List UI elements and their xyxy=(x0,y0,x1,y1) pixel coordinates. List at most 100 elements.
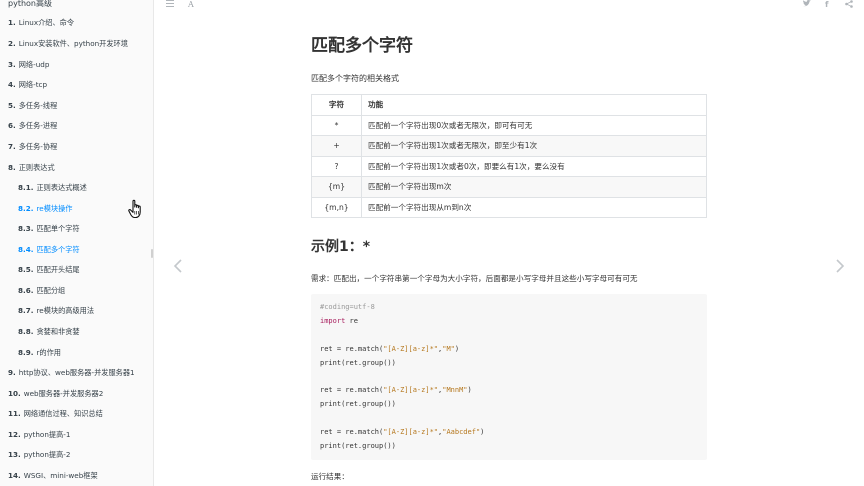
sidebar-item-8-7[interactable]: 8.7. re模块的高级用法 xyxy=(18,306,94,316)
chevron-left-icon xyxy=(173,259,182,273)
sidebar-item-8-3[interactable]: 8.3. 匹配单个字符 xyxy=(18,224,80,234)
sidebar-item-label: WSGI、mini-web框架 xyxy=(23,471,98,480)
table-cell-char: + xyxy=(311,135,362,157)
sidebar-item-8-8[interactable]: 8.8. 贪婪和非贪婪 xyxy=(18,327,80,337)
sidebar-item-label: 匹配单个字符 xyxy=(36,224,80,233)
sidebar-item-label: 网络-tcp xyxy=(18,80,48,89)
sidebar-item-11[interactable]: 11. 网络通信过程、知识总结 xyxy=(8,409,103,419)
code-text: ret = re.match( xyxy=(320,345,384,353)
example-heading: 示例1：* xyxy=(311,239,371,255)
sidebar-item-label: 正则表达式概述 xyxy=(36,183,87,192)
table-row: * 匹配前一个字符出现0次或者无限次，即可有可无 xyxy=(311,114,707,136)
sidebar-item-7[interactable]: 7. 多任务-协程 xyxy=(8,142,57,152)
code-text: ret = re.match( xyxy=(320,386,384,394)
code-print-line: print(ret.group()) xyxy=(320,359,396,367)
sidebar-item-label: 多任务-线程 xyxy=(18,101,58,110)
code-keyword: import xyxy=(320,317,346,325)
table-row: + 匹配前一个字符出现1次或者无限次，即至少有1次 xyxy=(311,135,707,157)
sidebar-item-label: Linux介绍、命令 xyxy=(18,18,75,27)
sidebar-item-number: 8.1. xyxy=(18,183,34,192)
sidebar-item-label: re模块的高级用法 xyxy=(36,306,95,315)
sidebar-item-8-9[interactable]: 8.9. r的作用 xyxy=(18,348,61,358)
menu-toggle-button[interactable] xyxy=(166,0,174,10)
sidebar-item-number: 8.6. xyxy=(18,286,34,295)
table-cell-function: 匹配前一个字符出现m次 xyxy=(361,176,707,198)
sidebar-item-number: 8.2. xyxy=(18,204,34,213)
table-row: {m} 匹配前一个字符出现m次 xyxy=(311,176,707,198)
sidebar-item-8-4[interactable]: 8.4. 匹配多个字符 xyxy=(18,245,80,255)
sidebar-item-number: 8.5. xyxy=(18,265,34,274)
sidebar-item-label: web服务器-并发服务器2 xyxy=(23,389,104,398)
code-module: re xyxy=(345,317,358,325)
code-match-line: ret = re.match("[A-Z][a-z]*","MnnM") xyxy=(320,386,472,395)
share-button[interactable] xyxy=(845,0,853,10)
twitter-share-button[interactable] xyxy=(803,0,811,10)
sidebar-item-label: python提高-1 xyxy=(23,430,71,439)
column-header-function: 功能 xyxy=(361,94,707,116)
column-header-char: 字符 xyxy=(311,94,362,116)
sidebar-item-number: 12. xyxy=(8,430,21,439)
sidebar-item-8-1[interactable]: 8.1. 正则表达式概述 xyxy=(18,183,87,193)
sidebar-item-label: http协议、web服务器-并发服务器1 xyxy=(18,368,135,377)
sidebar-item-2[interactable]: 2. Linux安装软件、python开发环境 xyxy=(8,39,128,49)
sidebar-item-number: 11. xyxy=(8,409,21,418)
code-text: ) xyxy=(454,345,460,353)
code-text: ) xyxy=(467,386,472,394)
twitter-icon xyxy=(803,0,811,7)
sidebar-item-label: 匹配多个字符 xyxy=(36,245,80,254)
requirement-text: 需求：匹配出，一个字符串第一个字母为大小字符，后面都是小写字母并且这些小写字母可… xyxy=(311,274,638,283)
sidebar-item-3[interactable]: 3. 网络-udp xyxy=(8,60,49,70)
sidebar-item-number: 13. xyxy=(8,450,21,459)
sidebar-toc: python高级 1. Linux介绍、命令 2. Linux安装软件、python开… xyxy=(0,0,154,486)
sidebar-item-1[interactable]: 1. Linux介绍、命令 xyxy=(8,18,74,28)
facebook-share-button[interactable]: f xyxy=(825,0,828,10)
code-string: "M" xyxy=(442,345,455,353)
sidebar-item-number: 14. xyxy=(8,471,21,480)
sidebar-item-13[interactable]: 13. python提高-2 xyxy=(8,450,70,460)
sidebar-item-6[interactable]: 6. 多任务-进程 xyxy=(8,121,57,131)
table-cell-function: 匹配前一个字符出现从m到n次 xyxy=(361,196,707,218)
code-text: ) xyxy=(480,428,485,436)
sidebar-item-number: 8.3. xyxy=(18,224,34,233)
sidebar-item-8[interactable]: 8. 正则表达式 xyxy=(8,163,55,173)
chevron-right-icon xyxy=(836,259,845,273)
sidebar-item-14[interactable]: 14. WSGI、mini-web框架 xyxy=(8,471,98,481)
font-settings-button[interactable]: A xyxy=(188,0,194,10)
sidebar-item-label: 多任务-协程 xyxy=(18,142,58,151)
sidebar-resize-handle[interactable] xyxy=(151,249,153,258)
sidebar-item-8-5[interactable]: 8.5. 匹配开头结尾 xyxy=(18,265,80,275)
sidebar-title[interactable]: python高级 xyxy=(8,0,52,9)
code-string: "MnnM" xyxy=(442,386,468,394)
hamburger-icon xyxy=(166,0,174,7)
sidebar-item-8-2[interactable]: 8.2. re模块操作 xyxy=(18,204,72,214)
sidebar-item-9[interactable]: 9. http协议、web服务器-并发服务器1 xyxy=(8,368,135,378)
next-page-button[interactable] xyxy=(834,258,846,273)
previous-page-button[interactable] xyxy=(172,258,184,273)
code-block[interactable]: #coding=utf-8 import re ret = re.match("… xyxy=(311,294,707,460)
code-text: ret = re.match( xyxy=(320,428,384,436)
sidebar-item-8-6[interactable]: 8.6. 匹配分组 xyxy=(18,286,65,296)
sidebar-item-number: 3. xyxy=(8,60,16,69)
code-string: "[A-Z][a-z]*" xyxy=(383,386,439,394)
sidebar-item-label: Linux安装软件、python开发环境 xyxy=(18,39,128,48)
gitbook-page: python高级 1. Linux介绍、命令 2. Linux安装软件、python开… xyxy=(0,0,864,486)
sidebar-item-12[interactable]: 12. python提高-1 xyxy=(8,430,70,440)
sidebar-item-number: 6. xyxy=(8,121,16,130)
sidebar-item-4[interactable]: 4. 网络-tcp xyxy=(8,80,47,90)
code-match-line: ret = re.match("[A-Z][a-z]*","Aabcdef") xyxy=(320,428,484,437)
table-cell-function: 匹配前一个字符出现1次或者无限次，即至少有1次 xyxy=(361,135,707,157)
sidebar-item-number: 2. xyxy=(8,39,16,48)
code-comment: #coding=utf-8 xyxy=(320,303,375,311)
sidebar-item-label: python提高-2 xyxy=(23,450,71,459)
sidebar-item-5[interactable]: 5. 多任务-线程 xyxy=(8,101,57,111)
table-cell-function: 匹配前一个字符出现1次或者0次，即要么有1次，要么没有 xyxy=(361,155,707,177)
sidebar-item-number: 8.7. xyxy=(18,306,34,315)
table-header-row: 字符 功能 xyxy=(311,94,707,116)
intro-text: 匹配多个字符的相关格式 xyxy=(311,74,399,83)
table-cell-function: 匹配前一个字符出现0次或者无限次，即可有可无 xyxy=(361,114,707,136)
sidebar-item-label: 匹配分组 xyxy=(36,286,66,295)
table-cell-char: ? xyxy=(311,155,362,177)
sidebar-item-10[interactable]: 10. web服务器-并发服务器2 xyxy=(8,389,103,399)
result-label: 运行结果： xyxy=(311,472,349,481)
table-cell-char: * xyxy=(311,114,362,136)
